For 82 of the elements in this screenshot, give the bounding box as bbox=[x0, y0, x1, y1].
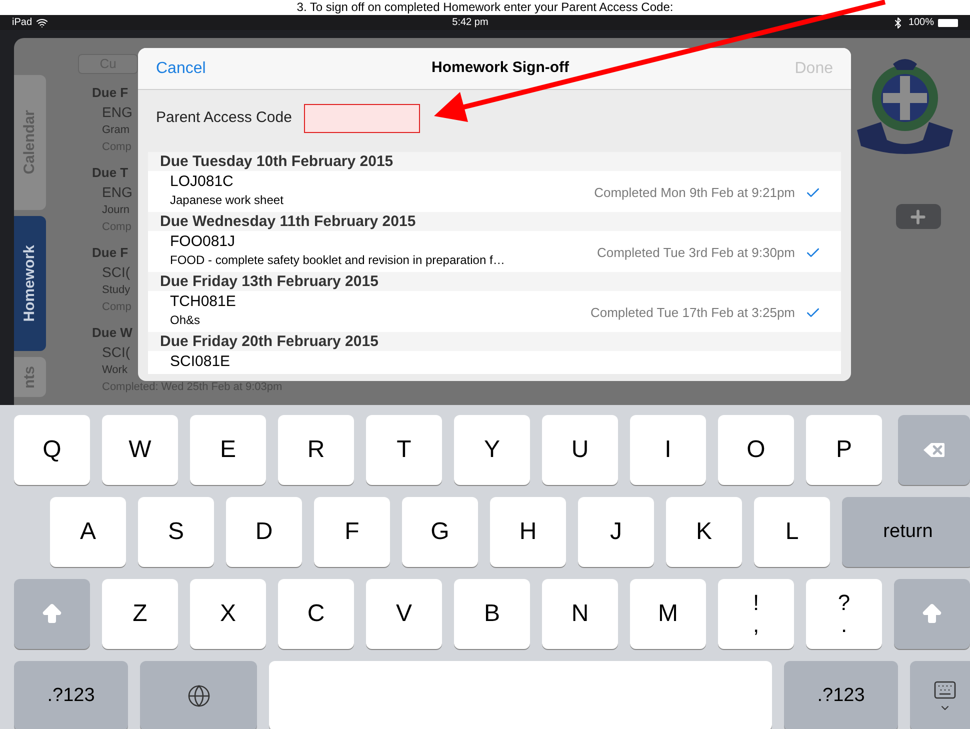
entry-code: SCI( bbox=[102, 343, 130, 362]
shift-icon bbox=[920, 602, 944, 626]
punctuation-key[interactable]: ! , bbox=[718, 579, 794, 649]
access-code-field[interactable] bbox=[304, 104, 420, 132]
entry-heading: Due W bbox=[92, 324, 132, 342]
letter-key[interactable]: O bbox=[718, 415, 794, 485]
letter-key[interactable]: G bbox=[402, 497, 478, 567]
letter-key[interactable]: C bbox=[278, 579, 354, 649]
entry-description: Gram bbox=[102, 123, 130, 138]
entry-code: ENG bbox=[102, 183, 132, 202]
letter-key[interactable]: A bbox=[50, 497, 126, 567]
entry-code: SCI( bbox=[102, 263, 130, 282]
shift-icon bbox=[40, 602, 64, 626]
numbers-key[interactable]: .?123 bbox=[784, 661, 898, 729]
plus-icon bbox=[908, 206, 928, 226]
battery-icon bbox=[938, 18, 958, 26]
battery-percent: 100% bbox=[908, 16, 934, 30]
letter-key[interactable]: N bbox=[542, 579, 618, 649]
status-time: 5:42 pm bbox=[452, 16, 488, 30]
section-heading: Due Tuesday 10th February 2015 bbox=[148, 152, 841, 171]
completed-text: Completed Mon 9th Feb at 9:21pm bbox=[594, 184, 795, 202]
letter-key[interactable]: L bbox=[754, 497, 830, 567]
letter-key[interactable]: M bbox=[630, 579, 706, 649]
letter-key[interactable]: K bbox=[666, 497, 742, 567]
letter-key[interactable]: Y bbox=[454, 415, 530, 485]
letter-key[interactable]: S bbox=[138, 497, 214, 567]
entry-description: Journ bbox=[102, 203, 130, 218]
globe-icon bbox=[186, 684, 210, 708]
letter-key[interactable]: T bbox=[366, 415, 442, 485]
letter-key[interactable]: Z bbox=[102, 579, 178, 649]
letter-key[interactable]: I bbox=[630, 415, 706, 485]
homework-code: FOO081J bbox=[170, 233, 236, 251]
completed-text: Completed Tue 3rd Feb at 9:30pm bbox=[596, 244, 795, 262]
delete-key[interactable] bbox=[898, 415, 970, 485]
letter-key[interactable]: D bbox=[226, 497, 302, 567]
entry-description: Work bbox=[102, 363, 128, 378]
hide-keyboard-key[interactable] bbox=[910, 661, 970, 729]
return-key[interactable]: return bbox=[842, 497, 970, 567]
homework-code: SCI081E bbox=[170, 353, 230, 371]
entry-heading: Due F bbox=[92, 84, 128, 102]
globe-key[interactable] bbox=[140, 661, 257, 729]
letter-key[interactable]: E bbox=[190, 415, 266, 485]
homework-description: FOOD - complete safety booklet and revision in preparation f… bbox=[170, 252, 505, 269]
letter-key[interactable]: J bbox=[578, 497, 654, 567]
completed-text: Completed Tue 17th Feb at 3:25pm bbox=[590, 304, 795, 322]
side-tab[interactable]: Homework bbox=[14, 216, 46, 351]
homework-description: Oh&s bbox=[170, 312, 202, 329]
shift-key[interactable] bbox=[14, 579, 90, 649]
letter-key[interactable]: H bbox=[490, 497, 566, 567]
letter-key[interactable]: U bbox=[542, 415, 618, 485]
caption-text: 3. To sign off on completed Homework enter your Parent Access Code: bbox=[296, 0, 674, 15]
letter-key[interactable]: Q bbox=[14, 415, 90, 485]
letter-key[interactable]: F bbox=[314, 497, 390, 567]
cancel-button[interactable]: Cancel bbox=[156, 56, 206, 80]
key-symbol: . bbox=[840, 614, 848, 636]
key-symbol: ! bbox=[752, 592, 760, 614]
dialog-title: Homework Sign-off bbox=[432, 58, 570, 78]
key-symbol: ? bbox=[838, 592, 850, 614]
homework-code: TCH081E bbox=[170, 293, 236, 311]
add-button[interactable] bbox=[896, 204, 940, 229]
key-symbol: , bbox=[752, 614, 760, 636]
letter-key[interactable]: V bbox=[366, 579, 442, 649]
section-heading: Due Wednesday 11th February 2015 bbox=[148, 212, 841, 231]
letter-key[interactable]: B bbox=[454, 579, 530, 649]
shift-key[interactable] bbox=[894, 579, 970, 649]
field-label: Parent Access Code bbox=[156, 108, 292, 128]
entry-heading: Due F bbox=[92, 244, 128, 262]
punctuation-key[interactable]: ? . bbox=[806, 579, 882, 649]
section-heading: Due Friday 13th February 2015 bbox=[148, 272, 841, 291]
letter-key[interactable]: W bbox=[102, 415, 178, 485]
letter-key[interactable]: P bbox=[806, 415, 882, 485]
device-name: iPad bbox=[12, 16, 32, 30]
letter-key[interactable]: X bbox=[190, 579, 266, 649]
homework-code: LOJ081C bbox=[170, 173, 234, 191]
entry-description: Study bbox=[102, 283, 130, 298]
letter-key[interactable]: R bbox=[278, 415, 354, 485]
entry-heading: Due T bbox=[92, 164, 128, 182]
homework-description: Japanese work sheet bbox=[170, 192, 284, 209]
entry-code: ENG bbox=[102, 103, 132, 122]
numbers-key[interactable]: .?123 bbox=[14, 661, 128, 729]
section-heading: Due Friday 20th February 2015 bbox=[148, 332, 841, 351]
wifi-icon bbox=[36, 16, 48, 28]
